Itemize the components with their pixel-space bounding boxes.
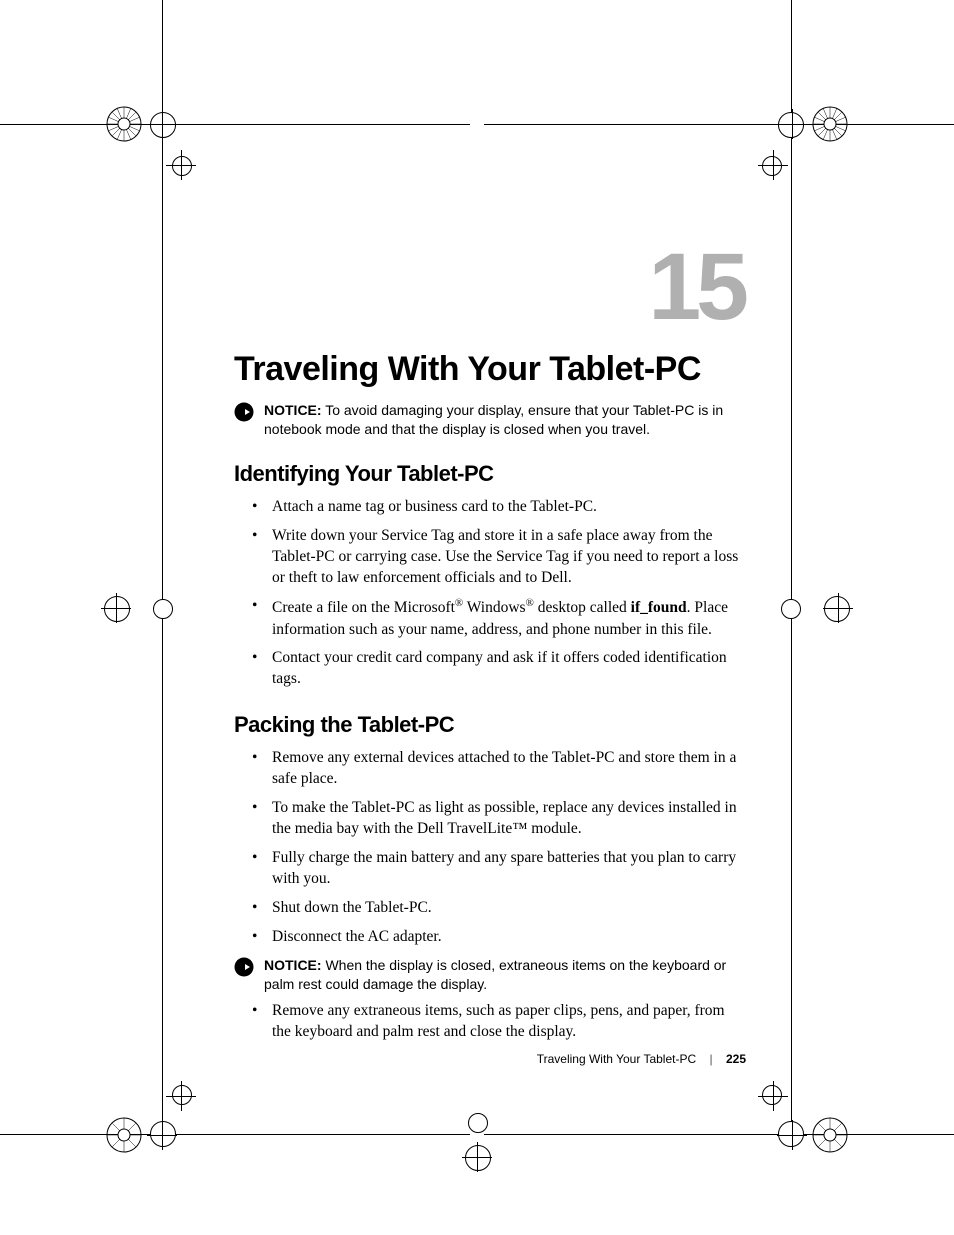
chapter-number: 15 (234, 240, 744, 335)
notice-arrow-icon (234, 402, 254, 422)
footer-text: Traveling With Your Tablet-PC (537, 1052, 696, 1066)
section-heading-1: Identifying Your Tablet-PC (234, 461, 744, 487)
footer-divider: | (710, 1052, 713, 1066)
page-footer: Traveling With Your Tablet-PC | 225 (537, 1052, 746, 1066)
list-item: Write down your Service Tag and store it… (234, 526, 744, 589)
notice-block-2: NOTICE: When the display is closed, extr… (234, 956, 744, 994)
page-number: 225 (726, 1052, 746, 1066)
page-content: 15 Traveling With Your Tablet-PC NOTICE:… (234, 240, 744, 1051)
list-item: Fully charge the main battery and any sp… (234, 848, 744, 890)
bullet-list-2b: Remove any extraneous items, such as pap… (234, 1001, 744, 1043)
list-item: To make the Tablet-PC as light as possib… (234, 798, 744, 840)
section-heading-2: Packing the Tablet-PC (234, 712, 744, 738)
list-item: Remove any external devices attached to … (234, 748, 744, 790)
notice-body: When the display is closed, extraneous i… (264, 957, 726, 992)
list-item: Remove any extraneous items, such as pap… (234, 1001, 744, 1043)
notice-label: NOTICE: (264, 957, 322, 973)
notice-body: To avoid damaging your display, ensure t… (264, 402, 723, 437)
bullet-list-2a: Remove any external devices attached to … (234, 748, 744, 947)
list-item: Contact your credit card company and ask… (234, 648, 744, 690)
notice-text-2: NOTICE: When the display is closed, extr… (264, 956, 744, 994)
notice-block-1: NOTICE: To avoid damaging your display, … (234, 401, 744, 439)
list-item: Disconnect the AC adapter. (234, 927, 744, 948)
chapter-title: Traveling With Your Tablet-PC (234, 350, 744, 389)
notice-text-1: NOTICE: To avoid damaging your display, … (264, 401, 744, 439)
list-item: Shut down the Tablet-PC. (234, 898, 744, 919)
list-item: Attach a name tag or business card to th… (234, 497, 744, 518)
notice-label: NOTICE: (264, 402, 322, 418)
bullet-list-1: Attach a name tag or business card to th… (234, 497, 744, 691)
notice-arrow-icon (234, 957, 254, 977)
list-item: Create a file on the Microsoft® Windows®… (234, 596, 744, 640)
